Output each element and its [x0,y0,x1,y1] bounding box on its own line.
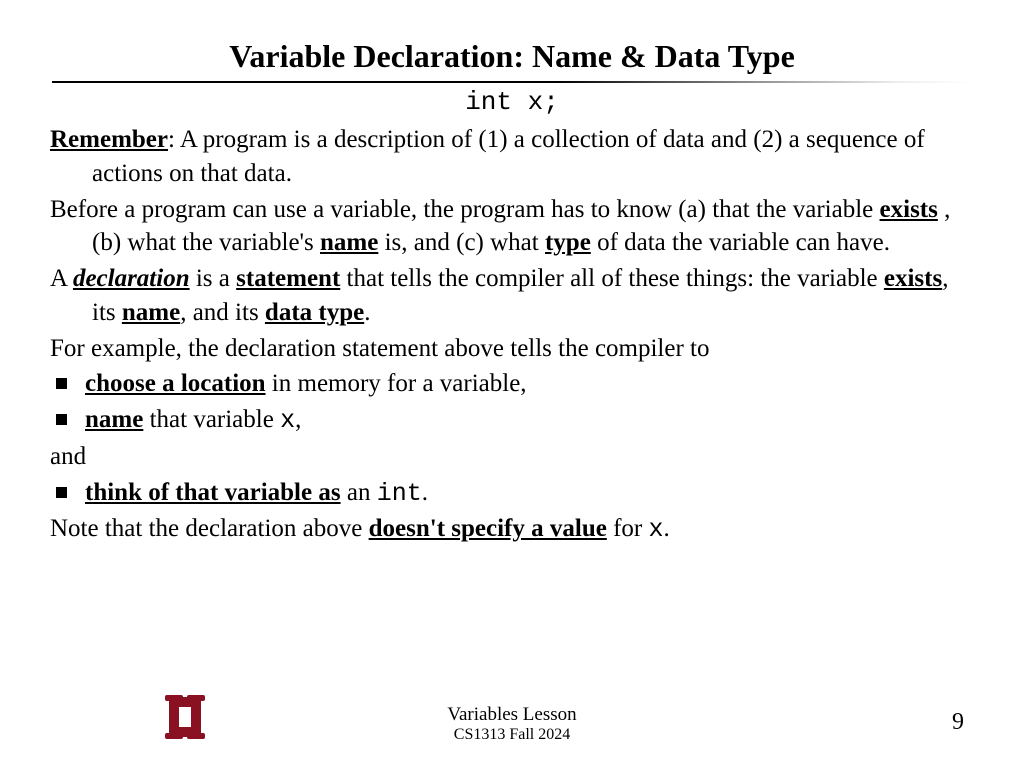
text: in memory for a variable, [266,370,527,397]
keyword-no-value: doesn't specify a value [369,515,607,542]
code-int: int [377,479,422,508]
text: Note that the declaration above [50,515,369,542]
keyword-declaration: declaration [73,265,190,292]
footer-lesson-title: Variables Lesson [0,704,1024,726]
text-and: and [50,440,974,474]
keyword-name-3: name [85,406,143,433]
keyword-exists: exists [880,196,938,223]
keyword-think-of: think of that variable as [85,479,341,506]
slide-footer: Variables Lesson CS1313 Fall 2024 9 [0,694,1024,746]
text: of data the variable can have. [591,229,890,256]
text: , and its [180,299,265,326]
paragraph-note: Note that the declaration above doesn't … [50,512,974,547]
bullet-icon [56,414,67,425]
paragraph-example: For example, the declaration statement a… [50,332,974,366]
bullet-icon [56,487,67,498]
text: is a [190,265,237,292]
page-number: 9 [952,709,964,736]
code-x-2: x [648,515,663,544]
slide-title: Variable Declaration: Name & Data Type [50,38,974,75]
paragraph-remember: Remember: A program is a description of … [50,123,974,191]
text: , [295,406,301,433]
bullet-think-as-int: think of that variable as an int. [50,476,974,511]
bullet-icon [56,378,67,389]
paragraph-declaration: A declaration is a statement that tells … [50,262,974,330]
keyword-statement: statement [236,265,340,292]
slide-body: Remember: A program is a description of … [50,123,974,547]
bullet-name-variable: name that variable x, [50,403,974,438]
text: A [50,265,73,292]
code-x: x [280,406,295,435]
keyword-exists-2: exists [884,265,942,292]
text: . [364,299,370,326]
text: that tells the compiler all of these thi… [340,265,884,292]
footer-course: CS1313 Fall 2024 [0,726,1024,744]
keyword-name-2: name [122,299,180,326]
keyword-choose-location: choose a location [85,370,266,397]
keyword-data-type: data type [265,299,364,326]
text: that variable [143,406,280,433]
code-example: int x; [50,87,974,117]
text: Before a program can use a variable, the… [50,196,880,223]
text: : A program is a description of (1) a co… [92,126,925,187]
paragraph-before: Before a program can use a variable, the… [50,193,974,261]
footer-center: Variables Lesson CS1313 Fall 2024 [0,704,1024,744]
text: an [341,479,377,506]
text: . [664,515,670,542]
text: for [607,515,649,542]
keyword-remember: Remember [50,126,168,153]
keyword-type: type [545,229,591,256]
title-rule [52,81,972,83]
text: . [422,479,428,506]
keyword-name: name [320,229,378,256]
text: is, and (c) what [378,229,545,256]
bullet-choose-location: choose a location in memory for a variab… [50,367,974,401]
